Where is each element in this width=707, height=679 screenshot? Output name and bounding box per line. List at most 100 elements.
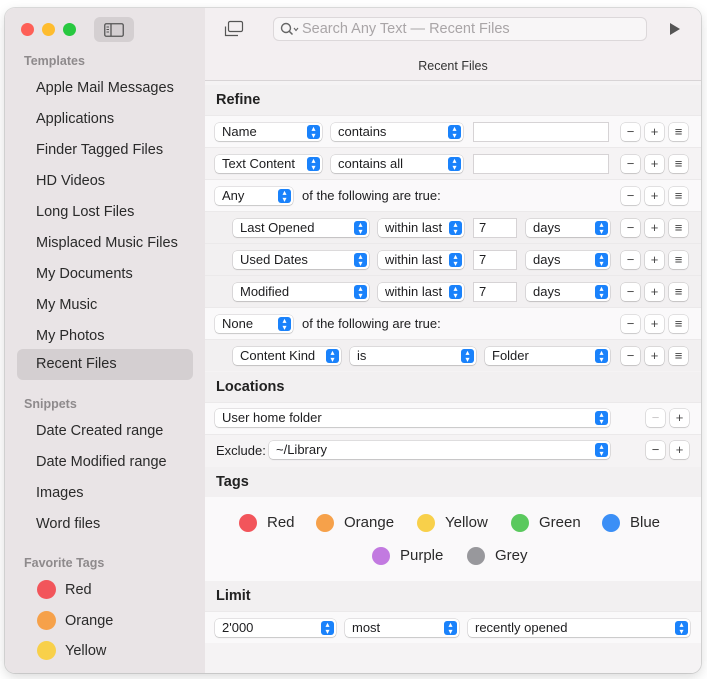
remove-criterion-button[interactable]: − xyxy=(621,347,640,365)
amount-field[interactable]: 7 xyxy=(473,282,517,302)
sidebar-item-date-created-range[interactable]: Date Created range xyxy=(17,416,193,446)
field-popup[interactable]: Used Dates ▴ ▾ xyxy=(233,251,369,269)
sidebar-item-date-modified-range[interactable]: Date Modified range xyxy=(17,447,193,477)
search-icon xyxy=(280,22,299,36)
operator-popup[interactable]: within last ▴ ▾ xyxy=(378,219,464,237)
add-exclude-button[interactable]: + xyxy=(670,441,689,459)
remove-criterion-button[interactable]: − xyxy=(621,155,640,173)
refine-row-none-group: None ▴ ▾ of the following are true: − + ≡ xyxy=(205,307,701,339)
remove-location-button[interactable]: − xyxy=(646,409,665,427)
sidebar-toggle-button[interactable] xyxy=(94,17,134,42)
sidebar-icon xyxy=(104,22,124,37)
operator-popup-label: contains all xyxy=(338,156,404,171)
tag-grey[interactable]: Grey xyxy=(467,545,528,567)
group-criterion-button[interactable]: ≡ xyxy=(669,187,688,205)
add-criterion-button[interactable]: + xyxy=(645,315,664,333)
limit-order-popup[interactable]: most ▴ ▾ xyxy=(345,619,459,637)
quantifier-popup[interactable]: Any ▴ ▾ xyxy=(215,187,293,205)
tag-yellow[interactable]: Yellow xyxy=(417,512,488,534)
favorite-tags-header: Favorite Tags xyxy=(24,556,105,570)
add-criterion-button[interactable]: + xyxy=(645,283,664,301)
unit-popup[interactable]: days ▴ ▾ xyxy=(526,283,610,301)
chevron-updown-icon: ▴ ▾ xyxy=(449,285,462,300)
name-value-field[interactable] xyxy=(473,122,609,142)
sidebar-item-my-music[interactable]: My Music xyxy=(17,290,193,320)
chevron-updown-icon: ▴ ▾ xyxy=(595,411,608,426)
quantifier-popup[interactable]: None ▴ ▾ xyxy=(215,315,293,333)
sidebar-item-images[interactable]: Images xyxy=(17,478,193,508)
location-popup[interactable]: User home folder ▴ ▾ xyxy=(215,409,610,427)
operator-popup[interactable]: within last ▴ ▾ xyxy=(378,251,464,269)
unit-popup[interactable]: days ▴ ▾ xyxy=(526,219,610,237)
favorite-tag-orange[interactable]: Orange xyxy=(17,606,113,636)
tag-green[interactable]: Green xyxy=(511,512,581,534)
value-popup[interactable]: Folder ▴ ▾ xyxy=(485,347,610,365)
group-criterion-button[interactable]: ≡ xyxy=(669,347,688,365)
remove-criterion-button[interactable]: − xyxy=(621,123,640,141)
group-criterion-button[interactable]: ≡ xyxy=(669,315,688,333)
remove-criterion-button[interactable]: − xyxy=(621,251,640,269)
quantifier-popup-label: None xyxy=(222,316,254,331)
exclude-popup[interactable]: ~/Library ▴ ▾ xyxy=(269,441,610,459)
sidebar-item-my-documents[interactable]: My Documents xyxy=(17,259,193,289)
sidebar-item-misplaced-music-files[interactable]: Misplaced Music Files xyxy=(17,228,193,258)
new-window-button[interactable] xyxy=(223,20,245,41)
limit-count-popup[interactable]: 2'000 ▴ ▾ xyxy=(215,619,336,637)
add-location-button[interactable]: + xyxy=(670,409,689,427)
tag-red[interactable]: Red xyxy=(239,512,295,534)
add-criterion-button[interactable]: + xyxy=(645,187,664,205)
chevron-updown-icon: ▴ ▾ xyxy=(595,253,608,268)
chevron-updown-icon: ▴ ▾ xyxy=(461,349,474,364)
field-popup[interactable]: Name ▴ ▾ xyxy=(215,123,322,141)
add-criterion-button[interactable]: + xyxy=(645,347,664,365)
sidebar-item-word-files[interactable]: Word files xyxy=(17,509,193,539)
limit-sort-popup[interactable]: recently opened ▴ ▾ xyxy=(468,619,690,637)
group-suffix-text: of the following are true: xyxy=(302,188,441,203)
tag-purple[interactable]: Purple xyxy=(372,545,443,567)
add-criterion-button[interactable]: + xyxy=(645,251,664,269)
run-search-button[interactable] xyxy=(669,22,681,39)
remove-exclude-button[interactable]: − xyxy=(646,441,665,459)
remove-criterion-button[interactable]: − xyxy=(621,283,640,301)
amount-field[interactable]: 7 xyxy=(473,250,517,270)
remove-criterion-button[interactable]: − xyxy=(621,315,640,333)
search-input[interactable]: Search Any Text — Recent Files xyxy=(273,17,647,41)
group-criterion-button[interactable]: ≡ xyxy=(669,251,688,269)
favorite-tag-yellow[interactable]: Yellow xyxy=(17,636,106,666)
chevron-updown-icon: ▴ ▾ xyxy=(449,221,462,236)
sidebar-item-recent-files[interactable]: Recent Files xyxy=(17,349,193,380)
field-popup[interactable]: Text Content ▴ ▾ xyxy=(215,155,322,173)
operator-popup[interactable]: is ▴ ▾ xyxy=(350,347,476,365)
unit-popup[interactable]: days ▴ ▾ xyxy=(526,251,610,269)
operator-popup-label: is xyxy=(357,348,367,363)
operator-popup[interactable]: contains ▴ ▾ xyxy=(331,123,463,141)
zoom-window-button[interactable] xyxy=(63,23,76,36)
field-popup[interactable]: Last Opened ▴ ▾ xyxy=(233,219,369,237)
sidebar-item-hd-videos[interactable]: HD Videos xyxy=(17,166,193,196)
sidebar-item-finder-tagged-files[interactable]: Finder Tagged Files xyxy=(17,135,193,165)
sidebar-item-apple-mail-messages[interactable]: Apple Mail Messages xyxy=(17,73,193,103)
group-criterion-button[interactable]: ≡ xyxy=(669,123,688,141)
text-content-value-field[interactable] xyxy=(473,154,609,174)
add-criterion-button[interactable]: + xyxy=(645,123,664,141)
close-window-button[interactable] xyxy=(21,23,34,36)
group-criterion-button[interactable]: ≡ xyxy=(669,155,688,173)
sidebar-item-applications[interactable]: Applications xyxy=(17,104,193,134)
sidebar-item-long-lost-files[interactable]: Long Lost Files xyxy=(17,197,193,227)
add-criterion-button[interactable]: + xyxy=(645,219,664,237)
favorite-tag-red[interactable]: Red xyxy=(17,575,92,605)
tag-blue[interactable]: Blue xyxy=(602,512,660,534)
sidebar-item-my-photos[interactable]: My Photos xyxy=(17,321,193,351)
operator-popup[interactable]: within last ▴ ▾ xyxy=(378,283,464,301)
tag-orange[interactable]: Orange xyxy=(316,512,394,534)
group-criterion-button[interactable]: ≡ xyxy=(669,219,688,237)
field-popup[interactable]: Modified ▴ ▾ xyxy=(233,283,369,301)
field-popup[interactable]: Content Kind ▴ ▾ xyxy=(233,347,341,365)
remove-criterion-button[interactable]: − xyxy=(621,219,640,237)
remove-criterion-button[interactable]: − xyxy=(621,187,640,205)
operator-popup[interactable]: contains all ▴ ▾ xyxy=(331,155,463,173)
minimize-window-button[interactable] xyxy=(42,23,55,36)
group-criterion-button[interactable]: ≡ xyxy=(669,283,688,301)
amount-field[interactable]: 7 xyxy=(473,218,517,238)
add-criterion-button[interactable]: + xyxy=(645,155,664,173)
